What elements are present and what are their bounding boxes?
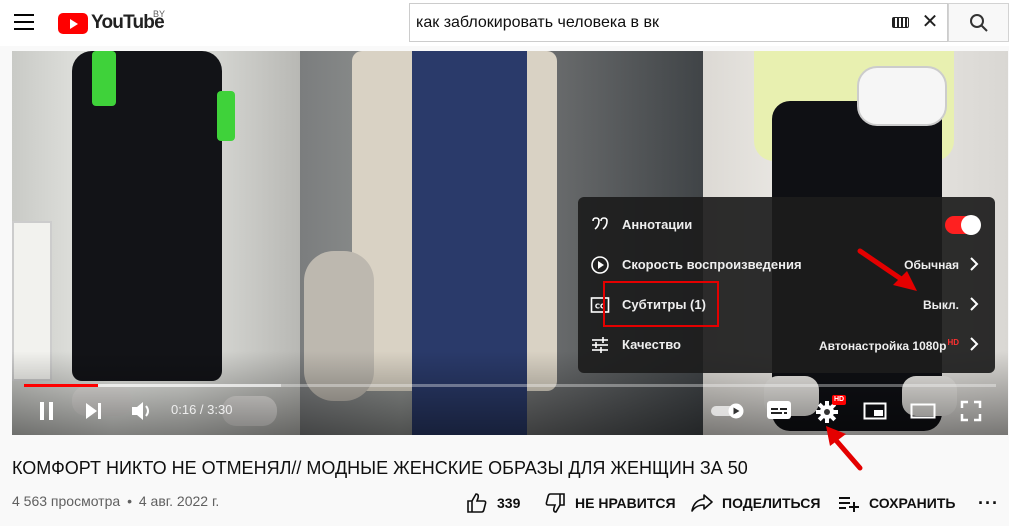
share-label: ПОДЕЛИТЬСЯ bbox=[722, 495, 821, 511]
share-icon bbox=[691, 494, 713, 512]
play-logo-icon bbox=[58, 12, 88, 34]
view-count: 4 563 просмотра bbox=[12, 493, 121, 509]
menu-label: Аннотации bbox=[622, 217, 693, 232]
youtube-logo[interactable]: YouTube bbox=[58, 11, 165, 35]
like-count: 339 bbox=[497, 495, 521, 511]
highlight-box-subtitles bbox=[603, 281, 719, 327]
keyboard-icon[interactable] bbox=[892, 17, 909, 28]
hamburger-icon[interactable] bbox=[14, 14, 34, 30]
chevron-right-icon bbox=[970, 257, 979, 271]
save-label: СОХРАНИТЬ bbox=[869, 495, 956, 511]
search-icon bbox=[970, 14, 988, 32]
video-player[interactable]: 0:16 / 3:30 HD Аннотации Скорость воспро… bbox=[12, 51, 1008, 435]
menu-item-annotations[interactable]: Аннотации bbox=[578, 205, 995, 245]
dislike-button[interactable]: НЕ НРАВИТСЯ bbox=[544, 493, 676, 513]
save-button[interactable]: СОХРАНИТЬ bbox=[838, 493, 955, 513]
fullscreen-icon[interactable] bbox=[960, 400, 982, 422]
more-actions-button[interactable]: ··· bbox=[978, 493, 999, 514]
figure-purse bbox=[857, 66, 947, 126]
quality-value-text: Автонастройка 1080p bbox=[818, 339, 947, 353]
chevron-right-icon bbox=[970, 337, 979, 351]
hd-badge: HD bbox=[832, 395, 847, 405]
menu-item-quality[interactable]: Качество Автонастройка 1080pHD bbox=[578, 325, 995, 365]
thumbs-down-icon bbox=[545, 493, 565, 513]
theater-icon[interactable] bbox=[910, 402, 936, 420]
annotations-toggle[interactable] bbox=[945, 215, 981, 235]
video-title: КОМФОРТ НИКТО НЕ ОТМЕНЯЛ// МОДНЫЕ ЖЕНСКИ… bbox=[12, 458, 748, 478]
menu-label: Качество bbox=[622, 337, 681, 352]
like-button[interactable]: 339 bbox=[466, 493, 520, 513]
miniplayer-icon[interactable] bbox=[863, 402, 887, 420]
volume-icon[interactable] bbox=[130, 400, 154, 422]
clear-icon[interactable]: ✕ bbox=[920, 12, 940, 32]
search-input[interactable] bbox=[416, 4, 876, 41]
chevron-right-icon bbox=[970, 297, 979, 311]
progress-played bbox=[24, 384, 98, 387]
subtitles-icon[interactable] bbox=[766, 400, 792, 420]
red-arrow-annotation bbox=[857, 248, 917, 291]
green-sleeve bbox=[92, 51, 116, 106]
menu-value: Выкл. bbox=[922, 298, 959, 312]
country-code: BY bbox=[153, 9, 166, 19]
dislike-label: НЕ НРАВИТСЯ bbox=[575, 495, 676, 511]
pause-icon[interactable] bbox=[38, 401, 56, 421]
video-meta: 4 563 просмотра • 4 авг. 2022 г. bbox=[12, 493, 219, 509]
quality-hd-badge: HD bbox=[947, 338, 959, 347]
quality-sliders-icon bbox=[592, 337, 608, 353]
top-bar: YouTube BY ✕ bbox=[0, 0, 1009, 46]
red-arrow-annotation bbox=[826, 426, 863, 471]
green-sleeve bbox=[217, 91, 235, 141]
time-display: 0:16 / 3:30 bbox=[171, 402, 233, 417]
progress-bar[interactable] bbox=[24, 384, 996, 387]
search-box: ✕ bbox=[409, 3, 948, 42]
thumbs-up-icon bbox=[467, 493, 487, 513]
playback-speed-icon bbox=[591, 256, 609, 274]
autoplay-toggle-icon[interactable] bbox=[710, 403, 746, 419]
playlist-add-icon bbox=[839, 497, 859, 512]
menu-label: Скорость воспроизведения bbox=[622, 257, 802, 272]
next-icon[interactable] bbox=[84, 402, 104, 420]
share-button[interactable]: ПОДЕЛИТЬСЯ bbox=[691, 493, 820, 513]
menu-value: Автонастройка 1080pHD bbox=[819, 338, 959, 353]
meta-separator: • bbox=[127, 493, 132, 509]
settings-button[interactable]: HD bbox=[816, 395, 848, 425]
annotations-icon bbox=[592, 217, 608, 230]
search-button[interactable] bbox=[948, 3, 1009, 42]
upload-date: 4 авг. 2022 г. bbox=[138, 493, 220, 509]
menu-item-playback-speed[interactable]: Скорость воспроизведения Обычная bbox=[578, 245, 995, 285]
